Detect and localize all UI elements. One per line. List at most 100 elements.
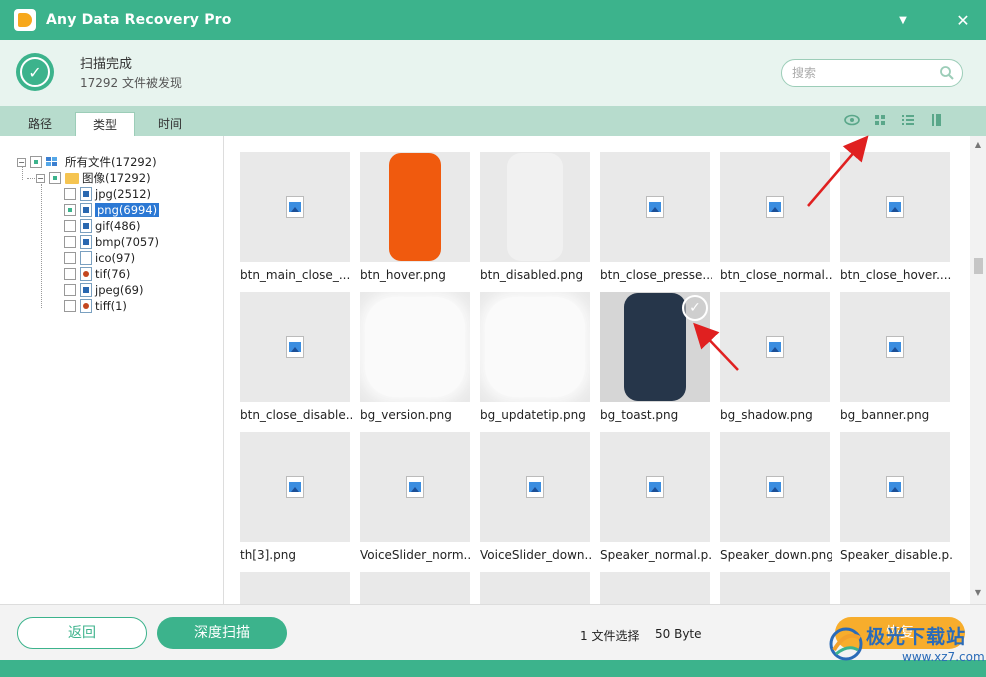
file-thumbnail[interactable] bbox=[240, 572, 350, 604]
tree-item-label: jpeg(69) bbox=[95, 283, 144, 297]
file-tile[interactable] bbox=[360, 572, 470, 604]
file-thumbnail[interactable] bbox=[480, 292, 590, 402]
file-thumbnail[interactable] bbox=[600, 152, 710, 262]
checkbox[interactable] bbox=[64, 268, 76, 280]
tree-item-all-files[interactable]: − 所有文件(17292) bbox=[17, 154, 157, 170]
file-thumbnail[interactable] bbox=[240, 152, 350, 262]
detail-view-icon[interactable] bbox=[927, 111, 945, 129]
file-thumbnail[interactable]: ✓ bbox=[600, 292, 710, 402]
file-tile[interactable]: btn_main_close_... bbox=[240, 152, 350, 282]
file-tile[interactable]: Speaker_down.png bbox=[720, 432, 832, 562]
collapse-icon[interactable]: − bbox=[36, 173, 45, 183]
file-thumbnail[interactable] bbox=[360, 432, 470, 542]
tree-item-jpeg[interactable]: jpeg(69) bbox=[60, 282, 143, 298]
file-tile[interactable]: bg_updatetip.png bbox=[480, 292, 590, 422]
file-thumbnail[interactable] bbox=[720, 152, 830, 262]
file-name: btn_close_normal... bbox=[720, 268, 832, 282]
file-tile[interactable] bbox=[240, 572, 350, 604]
file-thumbnail[interactable] bbox=[600, 432, 710, 542]
image-file-icon bbox=[80, 187, 92, 201]
selected-check-icon[interactable]: ✓ bbox=[682, 295, 708, 321]
tab-type[interactable]: 类型 bbox=[75, 112, 135, 136]
file-thumbnail[interactable] bbox=[840, 572, 950, 604]
file-thumbnail[interactable] bbox=[360, 152, 470, 262]
file-thumbnail[interactable] bbox=[840, 152, 950, 262]
file-tile[interactable]: bg_version.png bbox=[360, 292, 470, 422]
selection-size: 50 Byte bbox=[655, 627, 702, 641]
search-box[interactable] bbox=[781, 59, 963, 87]
file-tile[interactable] bbox=[480, 572, 590, 604]
checkbox[interactable] bbox=[64, 236, 76, 248]
file-tile[interactable]: VoiceSlider_down... bbox=[480, 432, 592, 562]
tree-item-tif[interactable]: tif(76) bbox=[60, 266, 130, 282]
file-tile[interactable]: btn_disabled.png bbox=[480, 152, 590, 282]
list-view-icon[interactable] bbox=[899, 111, 917, 129]
checkbox[interactable] bbox=[64, 300, 76, 312]
file-tile[interactable]: bg_shadow.png bbox=[720, 292, 830, 422]
image-file-icon bbox=[80, 235, 92, 249]
checkbox[interactable] bbox=[64, 188, 76, 200]
file-thumbnail[interactable] bbox=[600, 572, 710, 604]
file-tile[interactable] bbox=[840, 572, 950, 604]
back-button[interactable]: 返回 bbox=[17, 617, 147, 649]
file-thumbnail[interactable] bbox=[840, 292, 950, 402]
scroll-down-icon[interactable]: ▼ bbox=[973, 588, 983, 598]
file-tile[interactable]: btn_close_disable... bbox=[240, 292, 352, 422]
file-tile[interactable]: btn_close_hover.... bbox=[840, 152, 951, 282]
file-thumbnail[interactable] bbox=[720, 432, 830, 542]
tree-item-images[interactable]: − 图像(17292) bbox=[36, 170, 151, 186]
file-thumbnail[interactable] bbox=[360, 292, 470, 402]
file-thumbnail[interactable] bbox=[240, 292, 350, 402]
tree-item-bmp[interactable]: bmp(7057) bbox=[60, 234, 159, 250]
file-tile-selected[interactable]: ✓ bg_toast.png bbox=[600, 292, 710, 422]
file-thumbnail[interactable] bbox=[240, 432, 350, 542]
close-icon[interactable]: ✕ bbox=[950, 8, 976, 32]
file-tile[interactable] bbox=[720, 572, 830, 604]
search-input[interactable] bbox=[792, 64, 932, 82]
file-thumbnail[interactable] bbox=[360, 572, 470, 604]
vertical-scrollbar[interactable]: ▲ ▼ bbox=[970, 136, 986, 604]
eye-icon[interactable] bbox=[843, 111, 861, 129]
file-tile[interactable]: Speaker_normal.p... bbox=[600, 432, 712, 562]
checkbox[interactable] bbox=[49, 172, 61, 184]
tree-item-tiff[interactable]: tiff(1) bbox=[60, 298, 127, 314]
scroll-up-icon[interactable]: ▲ bbox=[973, 140, 983, 150]
file-thumbnail[interactable] bbox=[720, 572, 830, 604]
file-tile[interactable]: Speaker_disable.p... bbox=[840, 432, 952, 562]
scan-file-count: 17292 文件被发现 bbox=[80, 76, 182, 90]
tree-item-gif[interactable]: gif(486) bbox=[60, 218, 140, 234]
file-thumbnail-grid: btn_main_close_... btn_hover.png btn_dis… bbox=[225, 136, 970, 604]
file-thumbnail[interactable] bbox=[840, 432, 950, 542]
tab-time[interactable]: 时间 bbox=[140, 112, 200, 136]
tree-item-jpg[interactable]: jpg(2512) bbox=[60, 186, 151, 202]
file-tile[interactable]: bg_banner.png bbox=[840, 292, 950, 422]
file-thumbnail[interactable] bbox=[480, 572, 590, 604]
checkbox[interactable] bbox=[64, 252, 76, 264]
checkbox[interactable] bbox=[30, 156, 42, 168]
watermark-url: www.xz7.com bbox=[902, 650, 985, 664]
menu-dropdown-icon[interactable]: ▼ bbox=[890, 8, 916, 32]
grid-view-icon[interactable] bbox=[871, 111, 889, 129]
checkbox[interactable] bbox=[64, 204, 76, 216]
scan-complete-check-icon: ✓ bbox=[16, 53, 54, 91]
tree-item-png[interactable]: png(6994) bbox=[60, 202, 160, 218]
file-tile[interactable] bbox=[600, 572, 710, 604]
tree-item-ico[interactable]: ico(97) bbox=[60, 250, 135, 266]
file-name: Speaker_down.png bbox=[720, 548, 832, 562]
deep-scan-button[interactable]: 深度扫描 bbox=[157, 617, 287, 649]
file-thumbnail[interactable] bbox=[480, 432, 590, 542]
file-tile[interactable]: btn_close_presse... bbox=[600, 152, 712, 282]
file-thumbnail[interactable] bbox=[720, 292, 830, 402]
file-tile[interactable]: th[3].png bbox=[240, 432, 350, 562]
scrollbar-thumb[interactable] bbox=[974, 258, 983, 274]
file-tile[interactable]: btn_hover.png bbox=[360, 152, 470, 282]
checkbox[interactable] bbox=[64, 220, 76, 232]
tab-path[interactable]: 路径 bbox=[10, 112, 70, 136]
file-tile[interactable]: VoiceSlider_norm... bbox=[360, 432, 472, 562]
file-tile[interactable]: btn_close_normal... bbox=[720, 152, 832, 282]
image-placeholder-icon bbox=[646, 476, 664, 498]
collapse-icon[interactable]: − bbox=[17, 157, 26, 167]
search-icon[interactable] bbox=[939, 65, 955, 81]
checkbox[interactable] bbox=[64, 284, 76, 296]
file-thumbnail[interactable] bbox=[480, 152, 590, 262]
